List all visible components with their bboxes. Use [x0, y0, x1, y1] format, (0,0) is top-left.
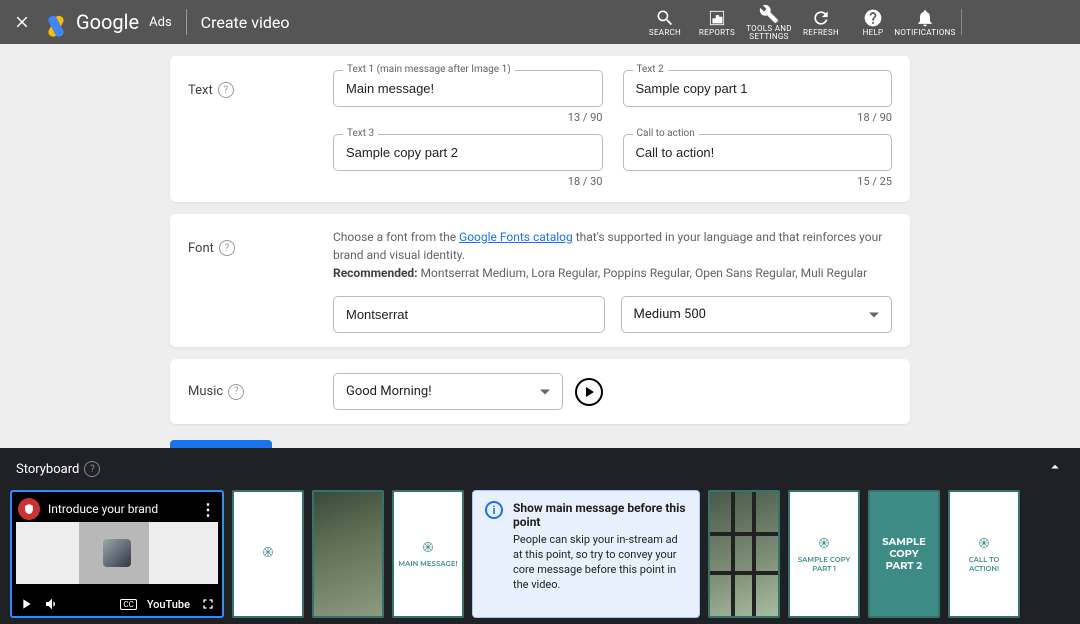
text1-label: Text 1 (main message after Image 1) — [343, 64, 515, 75]
page-title: Create video — [201, 13, 290, 32]
text2-label: Text 2 — [633, 64, 668, 75]
nav-reports[interactable]: REPORTS — [691, 8, 743, 37]
cta-label: Call to action — [633, 128, 699, 139]
deco-icon — [977, 536, 991, 550]
video-title: Introduce your brand — [48, 502, 192, 516]
storyboard-thumb[interactable]: MAIN MESSAGE! — [392, 490, 464, 618]
storyboard-panel: Storyboard ? Introduce your brand ⋮ — [0, 448, 1080, 624]
text3-counter: 18 / 30 — [333, 175, 603, 188]
music-card: Music ? Good Morning! — [170, 359, 910, 424]
tools-icon — [759, 4, 779, 24]
video-preview[interactable]: Introduce your brand ⋮ CC YouTube — [10, 490, 224, 618]
nav-tools[interactable]: TOOLS AND SETTINGS — [743, 4, 795, 41]
help-icon[interactable]: ? — [228, 384, 244, 400]
nav-help[interactable]: HELP — [847, 8, 899, 37]
cta-counter: 15 / 25 — [623, 175, 893, 188]
app-header: Google Ads Create video SEARCH REPORTS T… — [0, 0, 1080, 44]
channel-icon — [18, 498, 40, 520]
nav-search[interactable]: SEARCH — [639, 8, 691, 37]
logo: Google Ads — [44, 10, 172, 34]
music-label: Music — [188, 384, 223, 399]
text2-counter: 18 / 90 — [623, 111, 893, 124]
refresh-icon — [811, 8, 831, 28]
close-icon[interactable] — [8, 8, 36, 36]
search-icon — [655, 8, 675, 28]
info-panel: i Show main message before this point Pe… — [472, 490, 700, 618]
nav-refresh[interactable]: REFRESH — [795, 8, 847, 37]
google-text: Google — [76, 10, 139, 34]
bell-icon — [915, 8, 935, 28]
font-label: Font — [188, 241, 214, 256]
deco-icon — [261, 545, 275, 559]
info-icon: i — [485, 501, 503, 519]
storyboard-thumb[interactable] — [232, 490, 304, 618]
google-fonts-link[interactable]: Google Fonts catalog — [459, 230, 573, 244]
text1-counter: 13 / 90 — [333, 111, 603, 124]
storyboard-thumb[interactable] — [312, 490, 384, 618]
help-icon[interactable]: ? — [218, 82, 234, 98]
help-icon — [863, 8, 883, 28]
text2-input[interactable] — [623, 70, 893, 107]
storyboard-thumb[interactable] — [708, 490, 780, 618]
text-card: Text ? Text 1 (main message after Image … — [170, 56, 910, 202]
help-icon[interactable]: ? — [84, 461, 100, 477]
storyboard-thumb[interactable]: SAMPLE COPY PART 2 — [868, 490, 940, 618]
help-icon[interactable]: ? — [219, 240, 235, 256]
cc-icon[interactable]: CC — [120, 599, 136, 610]
cta-input[interactable] — [623, 134, 893, 171]
reports-icon — [707, 8, 727, 28]
collapse-icon[interactable] — [1046, 458, 1064, 480]
storyboard-thumb[interactable]: SAMPLE COPY PART 1 — [788, 490, 860, 618]
font-family-input[interactable] — [333, 296, 605, 333]
fullscreen-icon[interactable] — [200, 596, 216, 612]
more-icon[interactable]: ⋮ — [200, 500, 216, 519]
nav-notifications[interactable]: NOTIFICATIONS — [899, 8, 951, 37]
font-description: Choose a font from the Google Fonts cata… — [333, 228, 892, 282]
ads-logo — [44, 10, 68, 34]
text1-input[interactable] — [333, 70, 603, 107]
info-title: Show main message before this point — [513, 501, 687, 529]
text-label: Text — [188, 83, 213, 98]
font-weight-select[interactable]: Medium 500 — [621, 296, 893, 333]
youtube-label: YouTube — [147, 598, 190, 611]
deco-icon — [421, 540, 435, 554]
music-select[interactable]: Good Morning! — [333, 373, 563, 410]
storyboard-label: Storyboard — [16, 462, 79, 477]
play-button[interactable] — [575, 378, 603, 406]
ads-text: Ads — [149, 15, 172, 30]
info-body: People can skip your in-stream ad at thi… — [513, 533, 687, 592]
play-icon[interactable] — [18, 596, 34, 612]
text3-input[interactable] — [333, 134, 603, 171]
volume-icon[interactable] — [44, 596, 60, 612]
storyboard-thumb[interactable]: CALL TO ACTION! — [948, 490, 1020, 618]
font-card: Font ? Choose a font from the Google Fon… — [170, 214, 910, 347]
text3-label: Text 3 — [343, 128, 378, 139]
deco-icon — [817, 536, 831, 550]
